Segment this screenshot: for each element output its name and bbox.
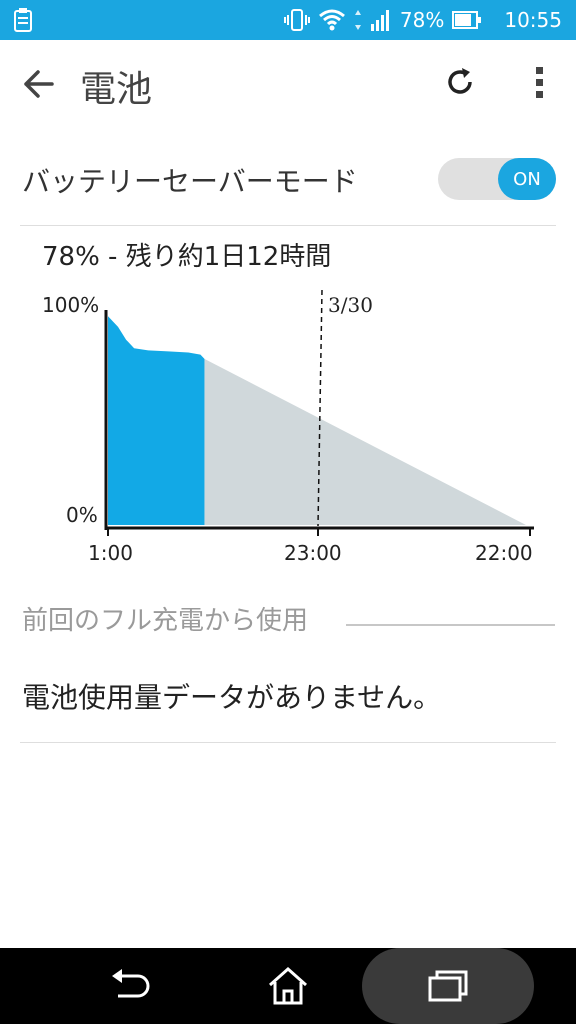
clock: 10:55 [504,8,562,32]
home-button[interactable] [218,948,358,1024]
section-header-line [346,624,555,626]
wifi-icon [318,9,345,31]
battery-saver-toggle[interactable]: ON [438,158,556,200]
toggle-state: ON [498,158,556,200]
signal-icon [370,10,389,31]
battery-saver-row[interactable]: バッテリーセーバーモード ON [0,130,576,225]
x-tick-label-start: 1:00 [88,541,133,565]
recent-apps-icon [428,970,468,1002]
clipboard-icon [14,8,32,32]
battery-remaining-text: 78% - 残り約1日12時間 [42,242,332,272]
back-arrow-icon[interactable] [20,64,60,104]
actual-usage-area [108,316,205,525]
chart-annotation: 3/30 [328,293,373,317]
battery-percent: 78% [399,8,445,32]
battery-saver-label: バッテリーセーバーモード [22,165,358,198]
refresh-icon[interactable] [440,62,480,102]
x-tick-label-middle: 23:00 [284,541,342,565]
projected-usage-area [204,358,526,525]
battery-history-chart: 100% 0% 3/30 1:00 23:00 22:00 [42,289,534,565]
recent-apps-icon-wrap [378,948,518,1024]
back-button[interactable] [60,948,200,1024]
battery-icon [452,11,482,29]
x-tick-label-end: 22:00 [475,541,533,565]
status-bar: 78% 10:55 [0,0,576,40]
app-bar: 電池 [0,40,576,130]
y-tick-label-bottom: 0% [66,503,98,527]
vibrate-icon [283,9,310,31]
no-usage-data-message: 電池使用量データがありません。 [22,681,442,714]
more-options-icon[interactable] [520,62,560,102]
back-nav-icon [112,969,150,998]
y-tick-label-top: 100% [42,293,99,317]
divider [20,742,556,743]
navigation-bar [0,948,576,1024]
data-arrows-icon [354,10,361,30]
home-icon [269,966,307,1005]
page-title: 電池 [80,69,153,110]
usage-section-header: 前回のフル充電から使用 [22,606,309,636]
divider [20,225,556,226]
